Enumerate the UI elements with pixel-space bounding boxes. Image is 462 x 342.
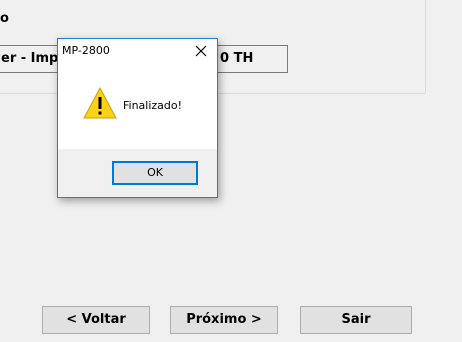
exit-button[interactable]: Sair xyxy=(300,306,412,334)
close-button[interactable] xyxy=(186,39,216,63)
back-button[interactable]: < Voltar xyxy=(42,306,150,334)
ok-button[interactable]: OK xyxy=(112,161,198,185)
background-label: o xyxy=(0,11,9,26)
dialog-message: Finalizado! xyxy=(123,99,183,112)
dialog-titlebar: MP-2800 xyxy=(58,39,217,63)
close-icon xyxy=(195,45,207,57)
next-button[interactable]: Próximo > xyxy=(170,306,278,334)
printer-field-text-right: 0 TH xyxy=(220,51,254,66)
message-dialog: MP-2800 Finalizado! OK xyxy=(57,38,218,198)
dialog-title: MP-2800 xyxy=(62,44,110,57)
warning-icon xyxy=(83,87,117,119)
dialog-body: Finalizado! xyxy=(58,63,217,149)
